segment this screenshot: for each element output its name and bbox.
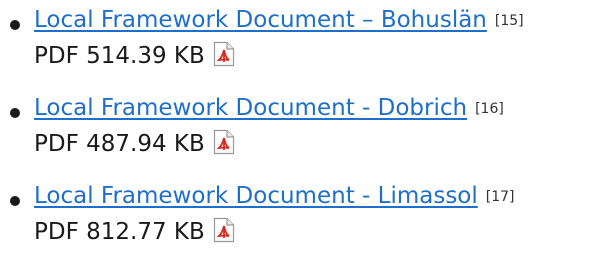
pdf-file-icon (213, 129, 235, 155)
pdf-file-icon (213, 217, 235, 243)
document-link[interactable]: Local Framework Document - Dobrich (34, 95, 467, 121)
list-item: Local Framework Document - Limassol [17] … (0, 176, 606, 250)
list-item: Local Framework Document – Bohuslän [15] … (0, 0, 606, 74)
file-info: PDF 812.77 KB (34, 219, 205, 245)
reference-number: [16] (475, 101, 504, 117)
pdf-file-icon (213, 41, 235, 67)
bullet (10, 20, 20, 30)
bullet (10, 196, 20, 206)
list-item: Local Framework Document - Dobrich [16] P… (0, 88, 606, 162)
file-info: PDF 487.94 KB (34, 131, 205, 157)
file-info-line: PDF 812.77 KB (34, 214, 606, 250)
file-info-line: PDF 514.39 KB (34, 38, 606, 74)
document-title-line: Local Framework Document - Limassol [17] (34, 176, 606, 214)
document-link[interactable]: Local Framework Document – Bohuslän (34, 7, 487, 33)
document-title-line: Local Framework Document - Dobrich [16] (34, 88, 606, 126)
reference-number: [17] (485, 189, 515, 205)
document-list: Local Framework Document – Bohuslän [15] … (0, 0, 606, 250)
bullet (10, 108, 20, 118)
file-info-line: PDF 487.94 KB (34, 126, 606, 162)
document-link[interactable]: Local Framework Document - Limassol (34, 183, 478, 209)
file-info: PDF 514.39 KB (34, 43, 205, 69)
document-title-line: Local Framework Document – Bohuslän [15] (34, 0, 606, 38)
reference-number: [15] (494, 13, 524, 29)
